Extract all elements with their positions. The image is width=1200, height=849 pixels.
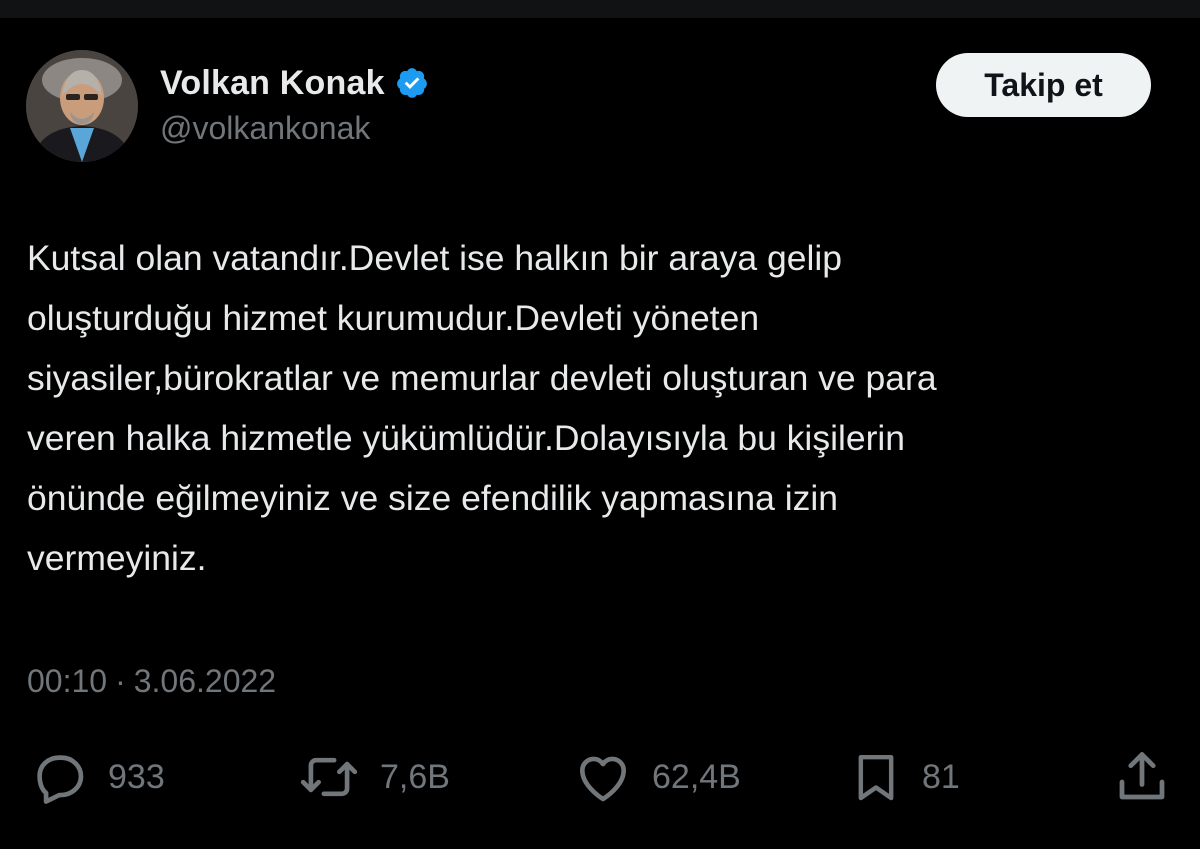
retweet-button[interactable]: 7,6B (296, 745, 450, 809)
handle[interactable]: @volkankonak (160, 110, 370, 147)
tweet-text: Kutsal olan vatandır.Devlet ise halkın b… (27, 238, 937, 578)
avatar[interactable] (26, 50, 138, 162)
bookmark-icon (848, 746, 904, 808)
timestamp-separator: · (115, 663, 126, 699)
like-button[interactable]: 62,4B (572, 745, 741, 809)
tweet-time: 00:10 (27, 663, 108, 699)
top-strip (0, 0, 1200, 18)
reply-icon (28, 746, 90, 808)
retweet-count: 7,6B (380, 757, 450, 796)
display-name-row: Volkan Konak (160, 60, 429, 106)
like-count: 62,4B (652, 757, 741, 796)
avatar-photo (26, 50, 138, 162)
verified-badge-icon (395, 66, 429, 100)
bookmark-count: 81 (922, 757, 960, 796)
retweet-icon (296, 746, 362, 808)
share-icon (1112, 746, 1172, 808)
reply-count: 933 (108, 757, 165, 796)
follow-button[interactable]: Takip et (936, 53, 1151, 117)
action-bar: 933 7,6B 62,4B 81 (0, 745, 1200, 809)
display-name[interactable]: Volkan Konak (160, 64, 385, 103)
share-button[interactable] (1112, 745, 1172, 809)
tweet-date: 3.06.2022 (133, 663, 277, 699)
bookmark-button[interactable]: 81 (848, 745, 960, 809)
timestamp[interactable]: 00:10 · 3.06.2022 (27, 663, 276, 700)
heart-icon (572, 746, 634, 808)
reply-button[interactable]: 933 (28, 745, 165, 809)
